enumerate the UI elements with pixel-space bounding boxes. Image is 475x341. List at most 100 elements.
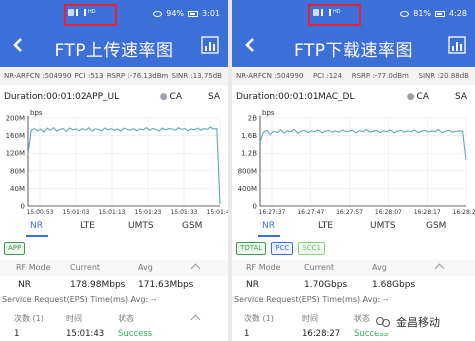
service-request: Service Request(EPS) Time(ms) Avg: -- <box>234 295 389 304</box>
upload-panel: HD 94% 3:01 FTP上传速率图 NR-ARFCN :504990 PC… <box>0 0 228 341</box>
tab-umts[interactable]: UMTS <box>370 221 396 231</box>
cell-info: NR-ARFCN :504990 PCI :513 RSRP :-76.13dB… <box>0 67 228 85</box>
watermark: 金昌移动 <box>376 311 472 333</box>
tab-indicator <box>258 235 280 237</box>
x-tick-label: 15:01:03 <box>63 209 90 216</box>
pci: PCI :513 <box>74 72 104 80</box>
col-time: 时间 <box>66 314 82 323</box>
tab-indicator <box>26 235 48 237</box>
col-count: 次数 (1) <box>244 314 274 323</box>
highlight-box <box>308 4 361 26</box>
chip-app[interactable]: APP <box>4 242 26 255</box>
y-tick-label: 800M <box>238 167 257 175</box>
avg-value: 1.68Gbps <box>372 280 416 290</box>
log-header: 次数 (1) 时间 状态 <box>0 311 228 325</box>
tab-lte[interactable]: LTE <box>318 221 333 231</box>
x-tick-label: 16:27:57 <box>336 209 363 216</box>
y-tick-label: 160M <box>6 132 25 140</box>
y-tick-label: 2B <box>248 115 257 123</box>
sa-label: SA <box>207 92 220 102</box>
mode-label: APP_UL <box>86 92 120 102</box>
rf-mode-value: NR <box>246 280 259 290</box>
col-count: 次数 (1) <box>14 314 44 323</box>
bar-chart-icon[interactable] <box>200 35 220 55</box>
highlight-box <box>64 4 117 26</box>
x-tick-label: 15:00:53 <box>27 209 54 216</box>
tab-umts[interactable]: UMTS <box>128 221 154 231</box>
carrier-chips: TOTAL PCC SCC1 <box>236 242 325 255</box>
carrier-chips: APP <box>4 242 26 255</box>
chip-scc1[interactable]: SCC1 <box>298 242 325 255</box>
x-tick-label: 15:01:13 <box>99 209 126 216</box>
duration: Duration:00:01:02 <box>4 92 87 102</box>
y-tick-label: 1.2B <box>241 150 257 158</box>
status-bar: HD 81% 4:28 <box>232 0 475 26</box>
service-request: Service Request(EPS) Time(ms) Avg: -- <box>2 295 157 304</box>
y-tick-label: 80M <box>10 167 25 175</box>
y-tick-label: 1.6B <box>241 132 257 140</box>
current-value: 178.98Mbps <box>70 280 126 290</box>
y-tick-label: 0 <box>21 203 25 211</box>
wechat-logo-icon <box>376 315 392 329</box>
download-rate-chart: bps 0 400M 800M 1.2B 1.6B 2B 16:27:37 16:27:47 16… <box>238 109 475 216</box>
duration-row: Duration:00:01:01 MAC_DL CA SA <box>236 92 469 106</box>
bar-chart-icon[interactable] <box>447 35 467 55</box>
tab-gsm[interactable]: GSM <box>182 221 202 231</box>
log-status: Success <box>118 329 153 339</box>
collapse-icon[interactable] <box>190 263 201 274</box>
y-unit-label: bps <box>262 109 275 117</box>
rf-header: RF Mode Current Avg <box>232 260 475 276</box>
tab-lte[interactable]: LTE <box>80 221 95 231</box>
col-status: 状态 <box>118 314 134 323</box>
rf-row: NR 1.70Gbps 1.68Gbps <box>232 278 475 293</box>
tab-nr[interactable]: NR <box>262 221 275 231</box>
rf-header: RF Mode Current Avg <box>0 260 228 276</box>
arfcn: NR-ARFCN :504990 <box>4 72 72 80</box>
sa-label: SA <box>454 92 467 102</box>
tab-gsm[interactable]: GSM <box>426 221 446 231</box>
y-tick-label: 400M <box>238 185 257 193</box>
y-tick-label: 0 <box>253 203 257 211</box>
tab-nr[interactable]: NR <box>30 221 43 231</box>
page-title: FTP上传速率图 <box>54 41 174 61</box>
upload-rate-chart: bps 0 40M 80M 120M 160M 200M 15:00:53 15:01:03 15… <box>6 109 228 216</box>
chip-total[interactable]: TOTAL <box>236 242 267 255</box>
battery-percent: 94% <box>166 9 185 18</box>
duration-row: Duration:00:01:02 APP_UL CA SA <box>4 92 222 106</box>
collapse-icon[interactable] <box>434 263 445 274</box>
y-tick-label: 120M <box>6 150 25 158</box>
ca-label: CA <box>160 92 182 102</box>
col-rf-mode: RF Mode <box>16 263 51 272</box>
rate-series-line <box>27 126 221 204</box>
sinr: SINR :13.75dB <box>171 72 222 80</box>
pci: PCI :124 <box>312 72 343 80</box>
avg-value: 171.63Mbps <box>138 280 194 290</box>
rate-series-line <box>259 128 467 160</box>
collapse-icon[interactable] <box>190 314 201 325</box>
x-tick-label: 16:28:17 <box>414 209 441 216</box>
current-value: 1.70Gbps <box>304 280 348 290</box>
y-tick-label: 40M <box>10 185 25 193</box>
x-tick-label: 15:01:43 <box>207 209 228 216</box>
arfcn: NR-ARFCN :504990 <box>236 72 304 80</box>
eye-icon <box>153 10 163 17</box>
x-tick-label: 16:28:07 <box>375 209 402 216</box>
sinr: SINR :20.88dB <box>418 72 469 80</box>
page-title: FTP下载速率图 <box>293 41 414 61</box>
col-avg: Avg <box>138 263 153 272</box>
tech-tabs: NR LTE UMTS GSM <box>0 219 228 237</box>
col-time: 时间 <box>302 314 318 323</box>
x-tick-label: 15:01:33 <box>171 209 198 216</box>
download-panel: HD 81% 4:28 FTP下载速率图 NR-ARFCN :504990 PC… <box>232 0 475 341</box>
rf-row: NR 178.98Mbps 171.63Mbps <box>0 278 228 293</box>
log-time: 15:01:43 <box>66 329 105 339</box>
rsrp: RSRP :-77.0dBm <box>351 72 409 80</box>
col-current: Current <box>304 263 335 272</box>
log-count: 1 <box>244 329 250 339</box>
x-tick-label: 16:28:27 <box>453 209 475 216</box>
col-rf-mode: RF Mode <box>246 263 281 272</box>
rsrp: RSRP :-76.13dBm <box>106 72 169 80</box>
battery-icon <box>188 10 199 17</box>
chip-pcc[interactable]: PCC <box>271 242 294 255</box>
title-bar: FTP上传速率图 <box>0 26 228 67</box>
